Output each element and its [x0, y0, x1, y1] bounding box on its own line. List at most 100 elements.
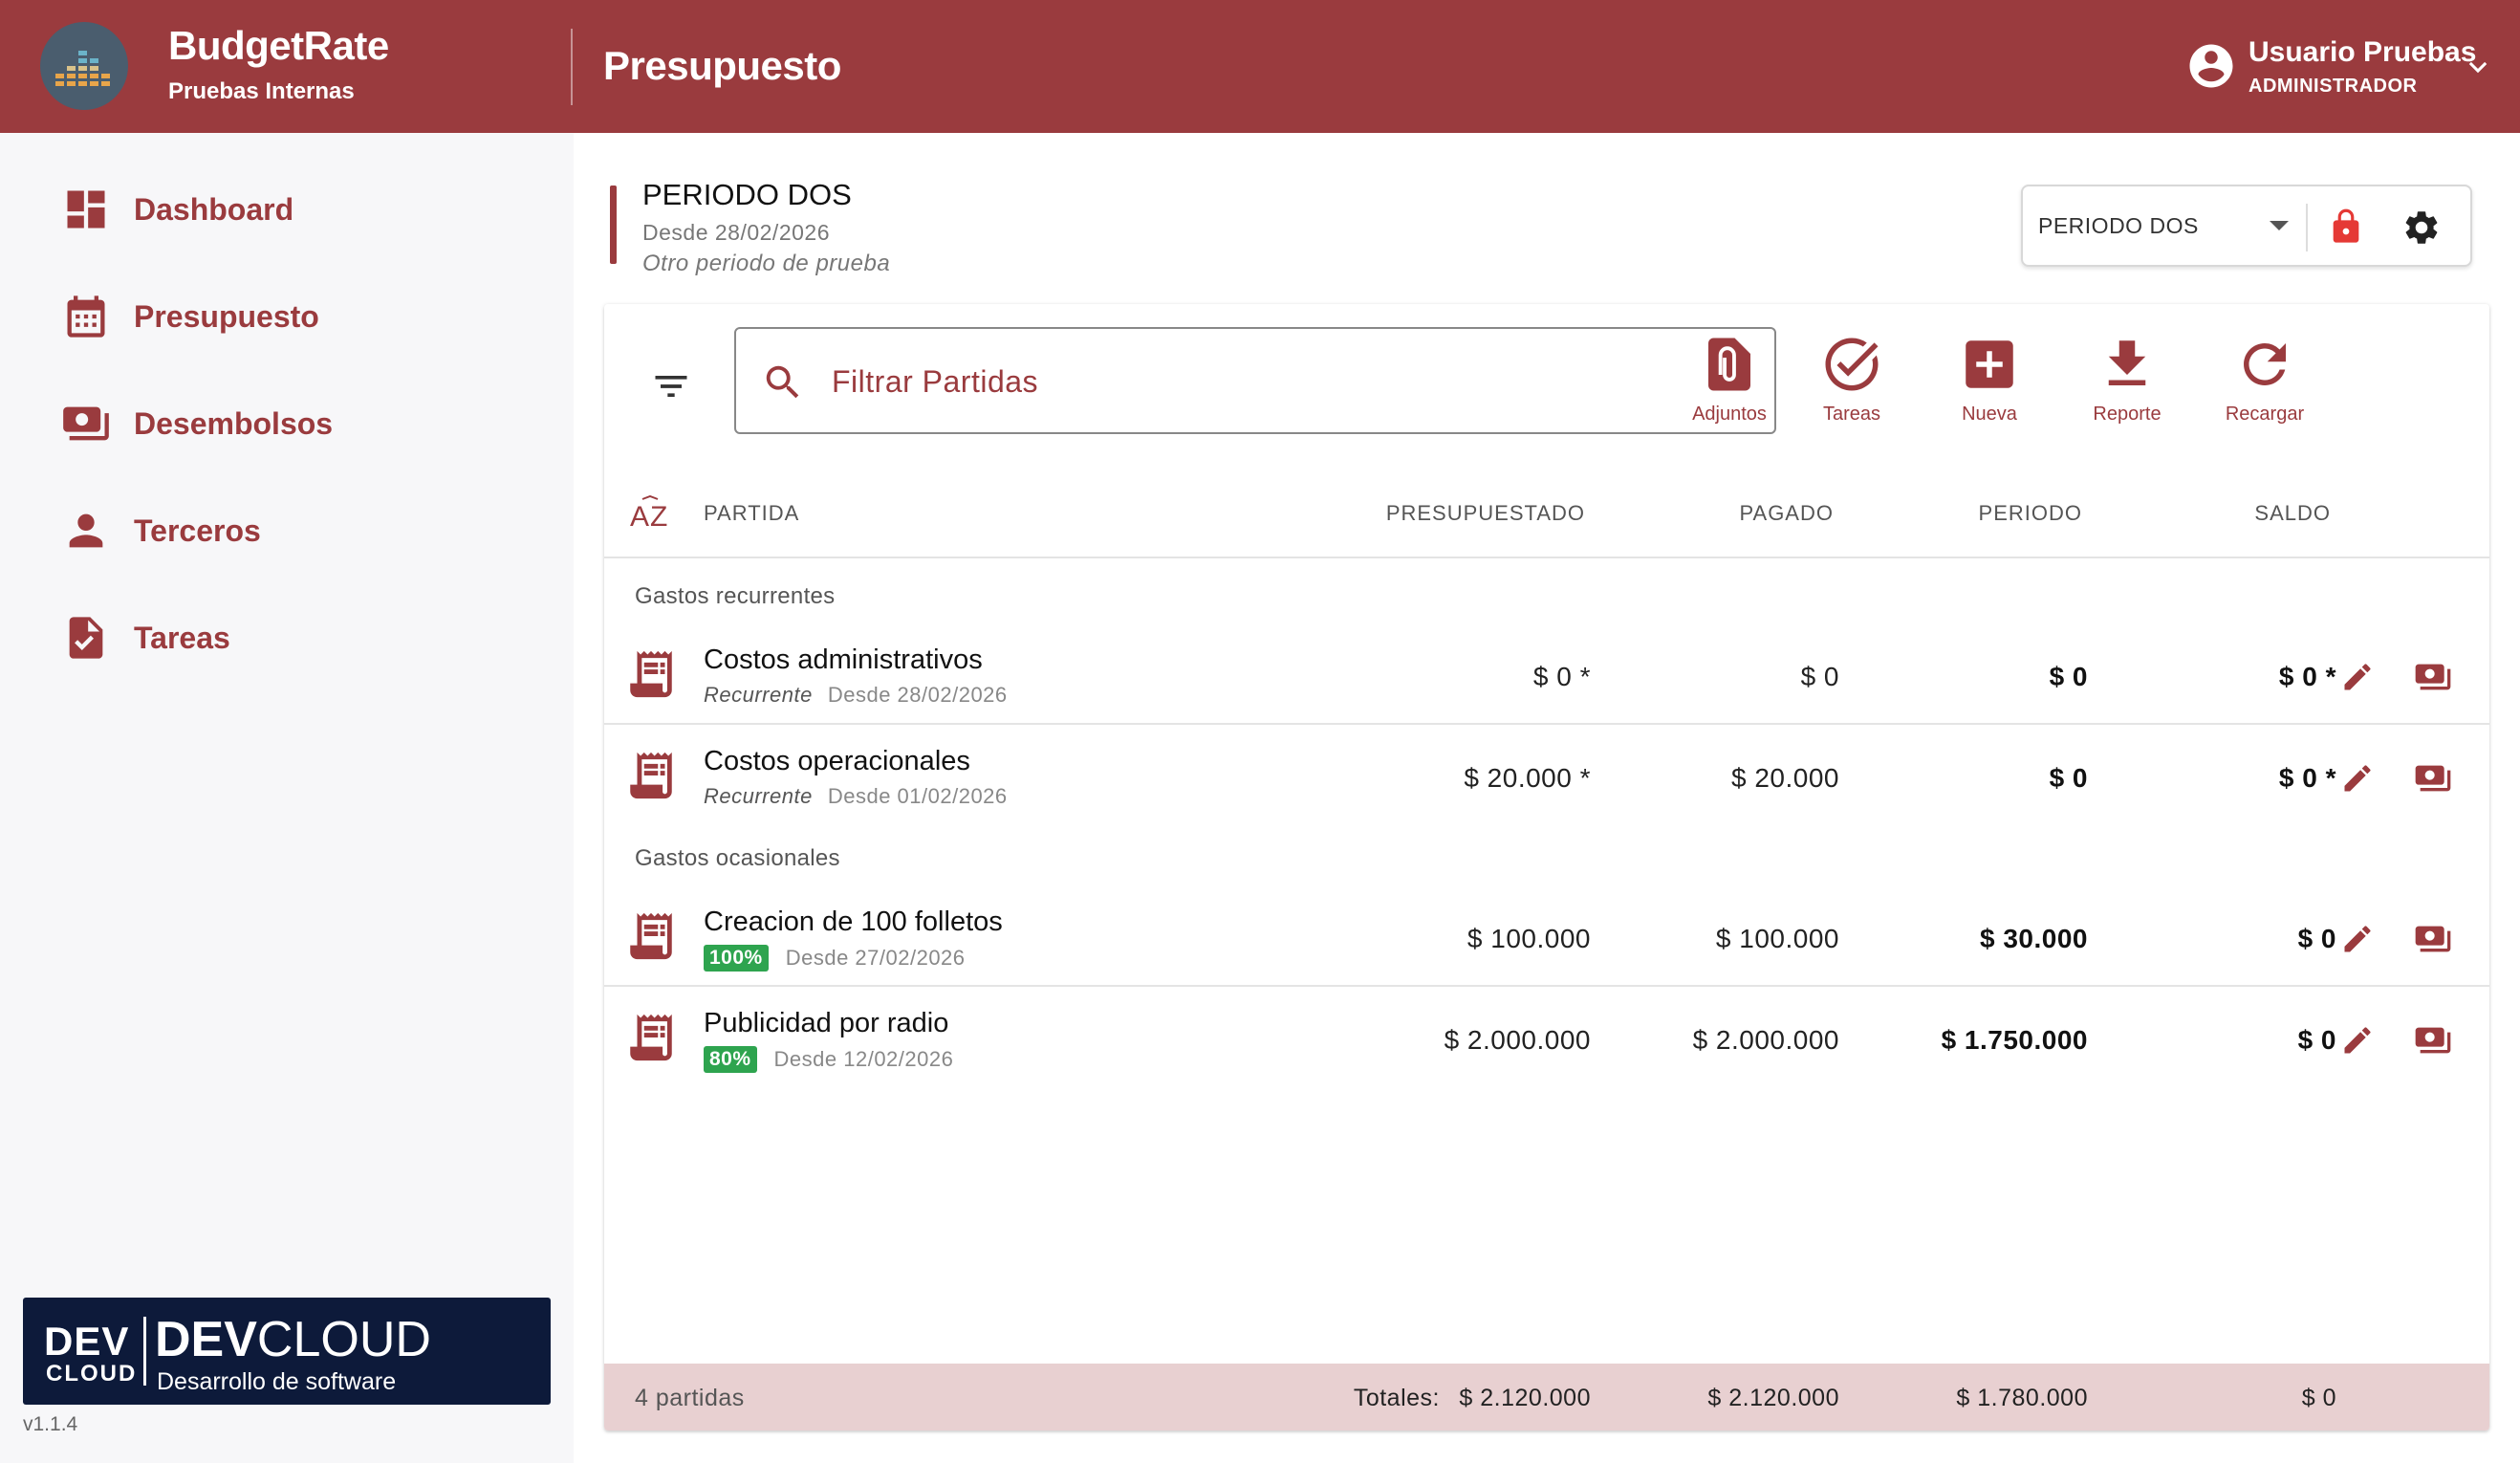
- payments-icon[interactable]: [2413, 920, 2453, 958]
- column-header-paid[interactable]: PAGADO: [1623, 501, 1834, 526]
- devcloud-title: DEVCLOUD: [155, 1312, 431, 1367]
- payments-icon[interactable]: [2413, 1021, 2453, 1059]
- receipt-icon: [630, 1014, 672, 1061]
- group-label: Gastos recurrentes: [635, 583, 836, 609]
- edit-icon[interactable]: [2340, 1023, 2375, 1058]
- search-field: [734, 327, 1776, 434]
- app-version: v1.1.4: [23, 1413, 78, 1435]
- period-since: Desde 28/02/2026: [642, 220, 830, 245]
- page-title: Presupuesto: [603, 43, 841, 88]
- column-header-budgeted[interactable]: PRESUPUESTADO: [1375, 501, 1585, 526]
- user-name[interactable]: Usuario Pruebas: [2248, 36, 2476, 69]
- payments-icon: [63, 406, 109, 441]
- attachments-label: Adjuntos: [1692, 404, 1767, 425]
- payments-icon[interactable]: [2413, 658, 2453, 696]
- reload-label: Recargar: [2225, 404, 2305, 425]
- row-count: 4 partidas: [635, 1385, 745, 1411]
- cell-balance: $ 0: [2297, 924, 2336, 953]
- total-period: $ 1.780.000: [1956, 1385, 2088, 1411]
- cell-period: $ 0: [2049, 662, 2088, 691]
- period-controls: PERIODO DOS: [2021, 185, 2472, 267]
- sidebar-item-terceros[interactable]: Terceros: [0, 488, 574, 574]
- devcloud-divider: [143, 1317, 146, 1386]
- new-label: Nueva: [1962, 404, 2017, 425]
- period-title: PERIODO DOS: [642, 178, 852, 211]
- devcloud-mark-cloud: CLOUD: [46, 1361, 138, 1387]
- check-circle-icon: [1825, 338, 1879, 391]
- progress-badge: 80%: [704, 1046, 757, 1073]
- table-row[interactable]: Publicidad por radio 80% Desde 12/02/2026…: [604, 989, 2489, 1088]
- report-button[interactable]: Reporte: [2075, 333, 2180, 438]
- calendar-icon: [67, 295, 105, 338]
- chevron-down-icon[interactable]: [2465, 54, 2491, 80]
- app-logo[interactable]: [40, 22, 128, 110]
- group-label: Gastos ocasionales: [635, 845, 840, 871]
- row-meta: 80% Desde 12/02/2026: [704, 1046, 953, 1073]
- receipt-icon: [630, 912, 672, 960]
- cell-balance: $ 0: [2297, 1025, 2336, 1055]
- gear-icon[interactable]: [2401, 207, 2442, 248]
- header-divider: [571, 29, 573, 105]
- cell-budgeted: $ 0 *: [1532, 662, 1591, 691]
- column-header-period[interactable]: PERIODO: [1872, 501, 2082, 526]
- row-meta: Recurrente Desde 28/02/2026: [704, 683, 1008, 707]
- column-header-balance[interactable]: SALDO: [2120, 501, 2331, 526]
- sidebar-item-desembolsos[interactable]: Desembolsos: [0, 381, 574, 467]
- account-circle-icon[interactable]: [2185, 40, 2237, 92]
- tasks-button[interactable]: Tareas: [1799, 333, 1904, 438]
- row-name: Costos operacionales: [704, 746, 970, 776]
- app-name: BudgetRate: [168, 23, 389, 68]
- cell-budgeted: $ 20.000 *: [1464, 763, 1591, 793]
- svg-text:Z: Z: [650, 501, 667, 533]
- task-icon: [69, 617, 103, 659]
- cell-period: $ 1.750.000: [1941, 1025, 2088, 1055]
- devcloud-logo[interactable]: DEV CLOUD DEVCLOUD Desarrollo de softwar…: [23, 1298, 551, 1405]
- edit-icon[interactable]: [2340, 761, 2375, 796]
- table-row[interactable]: Costos administrativos Recurrente Desde 2…: [604, 625, 2489, 725]
- payments-icon[interactable]: [2413, 759, 2453, 797]
- edit-icon[interactable]: [2340, 922, 2375, 956]
- sidebar-item-label: Desembolsos: [134, 405, 334, 441]
- cell-budgeted: $ 2.000.000: [1444, 1025, 1591, 1055]
- dropdown-caret-icon[interactable]: [2270, 221, 2289, 230]
- refresh-icon: [2244, 343, 2286, 385]
- table-row[interactable]: Creacion de 100 folletos 100% Desde 27/02…: [604, 887, 2489, 987]
- cell-paid: $ 100.000: [1715, 924, 1839, 953]
- period-description: Otro periodo de prueba: [642, 251, 891, 276]
- attachments-button[interactable]: Adjuntos: [1677, 333, 1782, 438]
- cell-period: $ 30.000: [1980, 924, 2088, 953]
- row-meta: Recurrente Desde 01/02/2026: [704, 784, 1008, 808]
- period-accent-bar: [610, 186, 617, 264]
- sidebar-item-presupuesto[interactable]: Presupuesto: [0, 273, 574, 360]
- bar-chart-logo-icon: [55, 51, 110, 86]
- receipt-icon: [630, 650, 672, 698]
- progress-badge: 100%: [704, 945, 769, 972]
- sidebar-item-label: Presupuesto: [134, 298, 319, 334]
- period-select[interactable]: PERIODO DOS: [2038, 213, 2199, 239]
- sidebar-item-label: Tareas: [134, 620, 230, 655]
- table-header: A Z PARTIDA PRESUPUESTADO PAGADO PERIODO…: [604, 465, 2489, 558]
- devcloud-subtitle: Desarrollo de software: [157, 1368, 397, 1395]
- download-icon: [2108, 340, 2146, 385]
- search-input[interactable]: [832, 358, 1730, 405]
- sidebar-item-dashboard[interactable]: Dashboard: [0, 166, 574, 252]
- cell-balance: $ 0 *: [2278, 763, 2336, 793]
- sort-by-alpha-icon[interactable]: A Z: [629, 495, 675, 534]
- table-row[interactable]: Costos operacionales Recurrente Desde 01/…: [604, 727, 2489, 826]
- total-balance: $ 0: [2301, 1385, 2336, 1411]
- reload-button[interactable]: Recargar: [2212, 333, 2317, 438]
- column-header-partida[interactable]: PARTIDA: [704, 501, 799, 526]
- svg-text:A: A: [630, 501, 649, 533]
- report-label: Reporte: [2093, 404, 2162, 425]
- edit-icon[interactable]: [2340, 660, 2375, 694]
- lock-icon[interactable]: [2327, 206, 2365, 248]
- filter-list-icon[interactable]: [650, 365, 692, 407]
- devcloud-mark-dev: DEV: [44, 1319, 130, 1364]
- tasks-label: Tareas: [1822, 404, 1881, 425]
- cell-paid: $ 20.000: [1731, 763, 1839, 793]
- add-box-icon: [1966, 340, 2013, 388]
- sidebar-item-tareas[interactable]: Tareas: [0, 595, 574, 681]
- receipt-icon: [630, 752, 672, 799]
- sidebar-item-label: Dashboard: [134, 191, 294, 227]
- new-button[interactable]: Nueva: [1937, 333, 2042, 438]
